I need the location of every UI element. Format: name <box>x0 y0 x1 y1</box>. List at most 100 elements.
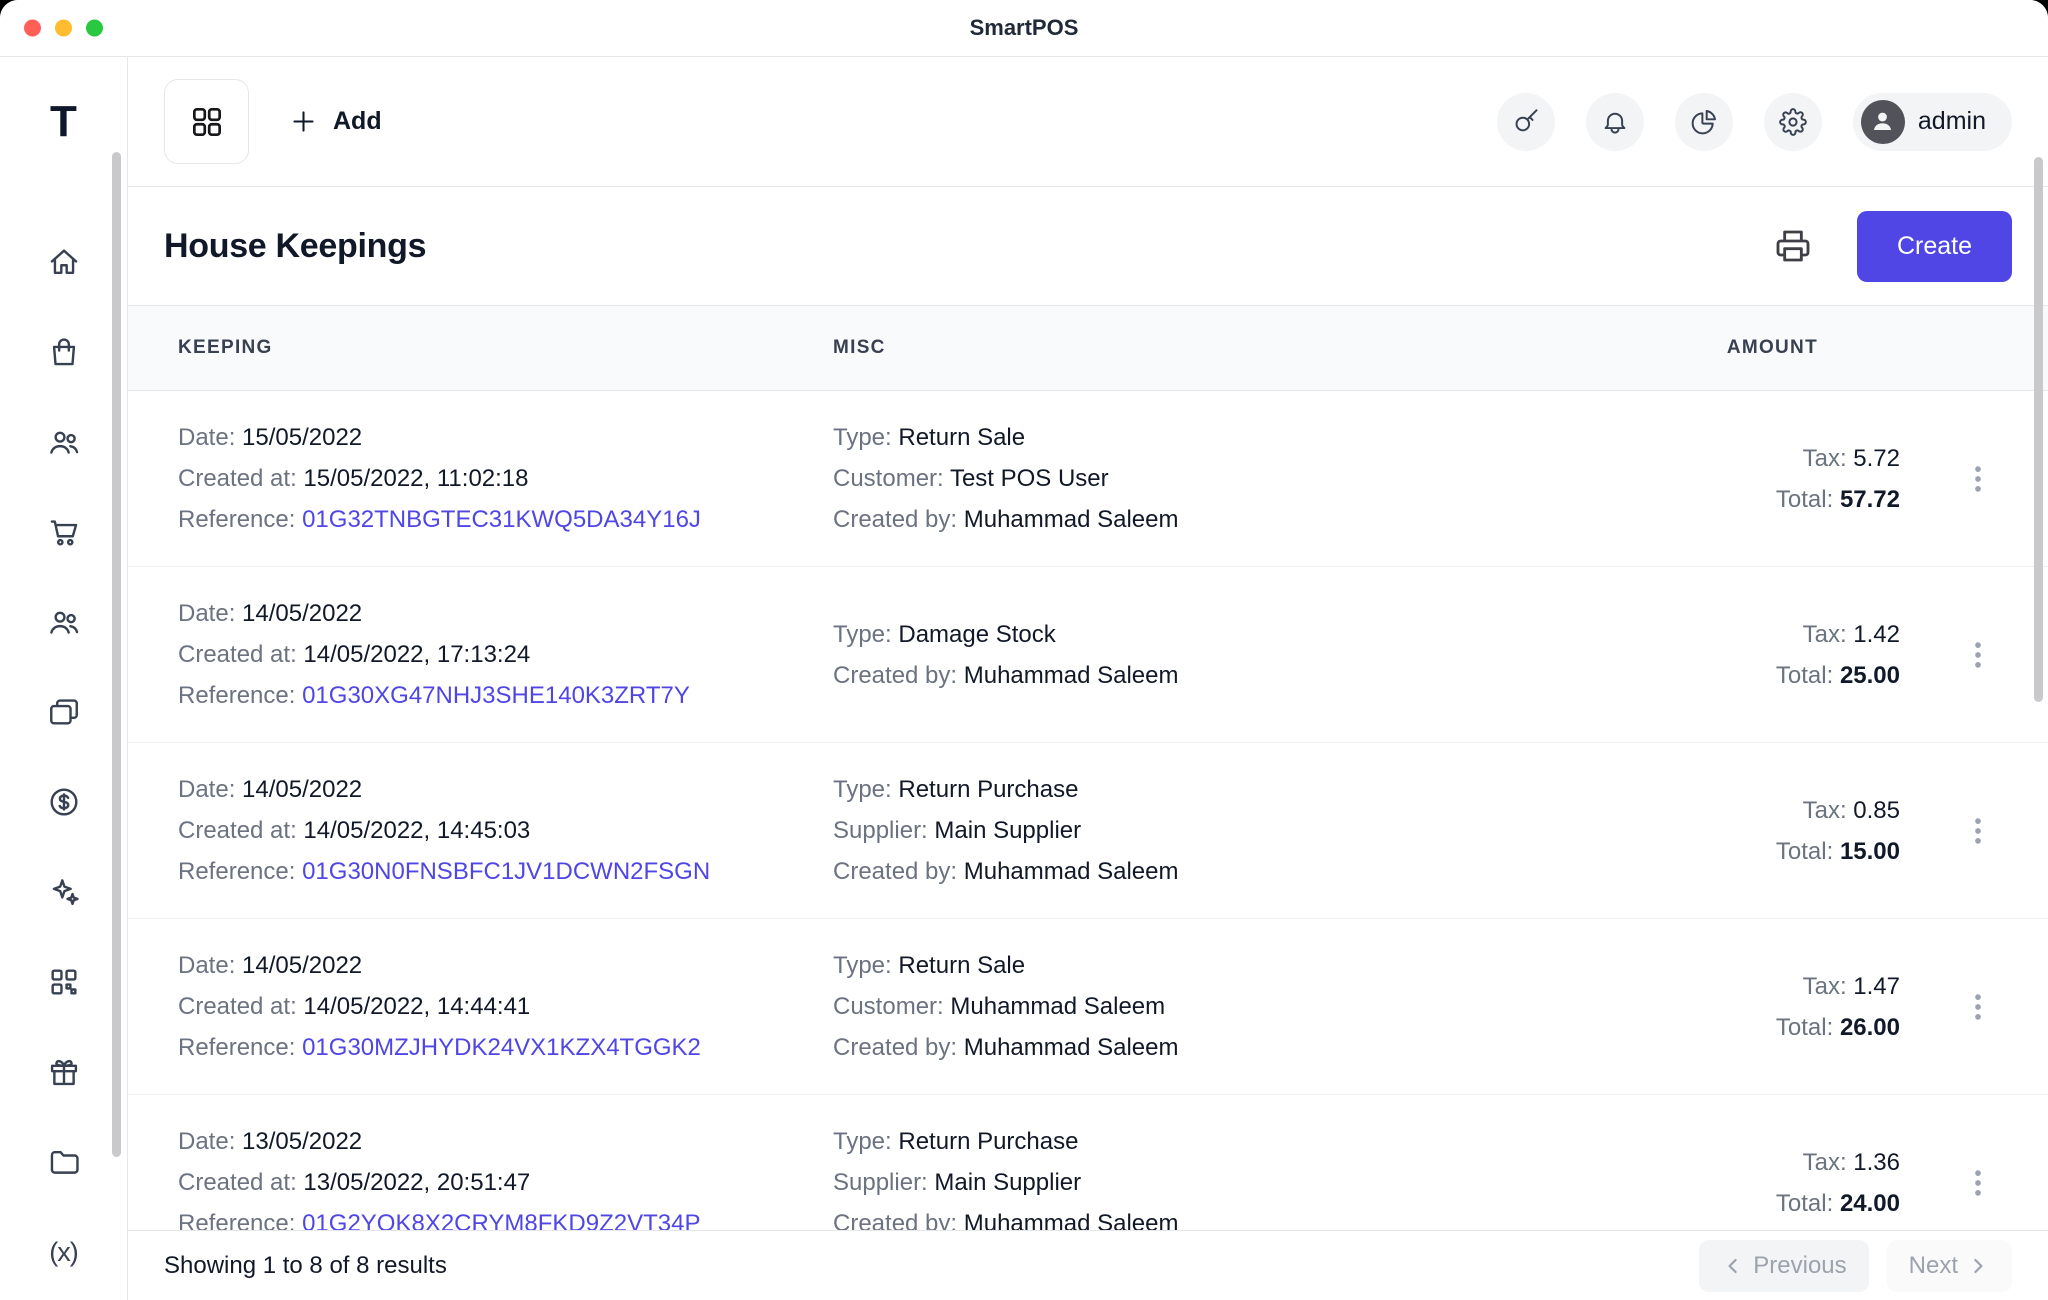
chevron-right-icon <box>1966 1254 1990 1278</box>
key-icon <box>1512 108 1540 136</box>
reference-link[interactable]: 01G32TNBGTEC31KWQ5DA34Y16J <box>302 506 701 533</box>
next-button[interactable]: Next <box>1887 1240 2012 1292</box>
row-actions-cell <box>1928 989 2028 1025</box>
table-row: Date: 14/05/2022Created at: 14/05/2022, … <box>128 919 2048 1095</box>
sidebar-item-qr-code[interactable] <box>47 965 81 999</box>
keeping-cell: Date: 14/05/2022Created at: 14/05/2022, … <box>178 593 833 716</box>
row-menu-button[interactable] <box>1960 1165 1996 1201</box>
field-line: Total: 15.00 <box>1608 831 1900 872</box>
misc-cell: Type: Return PurchaseSupplier: Main Supp… <box>833 769 1608 892</box>
reference-link[interactable]: 01G30N0FNSBFC1JV1DCWN2FSGN <box>302 858 710 885</box>
qr-code-icon <box>47 965 81 999</box>
sidebar-nav: (x) <box>47 187 81 1269</box>
amount-cell: Tax: 1.36Total: 24.00 <box>1608 1142 1928 1224</box>
field-line: Reference: 01G30MZJHYDK24VX1KZX4TGGK2 <box>178 1027 833 1068</box>
reference-link[interactable]: 01G30MZJHYDK24VX1KZX4TGGK2 <box>302 1034 701 1061</box>
row-menu-button[interactable] <box>1960 813 1996 849</box>
misc-cell: Type: Return SaleCustomer: Muhammad Sale… <box>833 945 1608 1068</box>
field-line: Created at: 14/05/2022, 14:44:41 <box>178 986 833 1027</box>
sidebar-item-shopping-cart[interactable] <box>47 515 81 549</box>
create-button[interactable]: Create <box>1857 211 2012 282</box>
card-stack-icon <box>47 695 81 729</box>
app-logo[interactable]: T <box>0 57 127 187</box>
sidebar-item-gift[interactable] <box>47 1055 81 1089</box>
column-header-keeping: KEEPING <box>178 337 833 359</box>
field-line: Tax: 1.36 <box>1608 1142 1900 1183</box>
table-row: Date: 14/05/2022Created at: 14/05/2022, … <box>128 567 2048 743</box>
field-line: Tax: 1.42 <box>1608 614 1900 655</box>
dots-vertical-icon <box>1960 1165 1996 1201</box>
minimize-window-button[interactable] <box>55 20 72 37</box>
field-line: Created by: Muhammad Saleem <box>833 851 1608 892</box>
keeping-cell: Date: 14/05/2022Created at: 14/05/2022, … <box>178 945 833 1068</box>
row-menu-button[interactable] <box>1960 461 1996 497</box>
row-menu-button[interactable] <box>1960 989 1996 1025</box>
sidebar-item-folder[interactable] <box>47 1145 81 1179</box>
traffic-lights <box>24 20 103 37</box>
field-line: Type: Return Purchase <box>833 1121 1608 1162</box>
table-row: Date: 14/05/2022Created at: 14/05/2022, … <box>128 743 2048 919</box>
sidebar-item-sparkles[interactable] <box>47 875 81 909</box>
sidebar-item-shopping-bag[interactable] <box>47 335 81 369</box>
row-actions-cell <box>1928 813 2028 849</box>
zoom-window-button[interactable] <box>86 20 103 37</box>
apps-grid-button[interactable] <box>164 79 249 164</box>
gear-button[interactable] <box>1764 93 1822 151</box>
row-actions-cell <box>1928 461 2028 497</box>
bell-button[interactable] <box>1586 93 1644 151</box>
sidebar-item-users[interactable] <box>47 605 81 639</box>
reference-link[interactable]: 01G2YQK8X2CRYM8FKD9Z2VT34P <box>302 1210 700 1230</box>
sidebar-item-dollar-circle[interactable] <box>47 785 81 819</box>
sidebar-item-home[interactable] <box>47 245 81 279</box>
misc-cell: Type: Return SaleCustomer: Test POS User… <box>833 417 1608 540</box>
reference-link[interactable]: 01G30XG47NHJ3SHE140K3ZRT7Y <box>302 682 690 709</box>
sidebar-item-user-group[interactable] <box>47 425 81 459</box>
amount-cell: Tax: 0.85Total: 15.00 <box>1608 790 1928 872</box>
field-line: Created at: 13/05/2022, 20:51:47 <box>178 1162 833 1203</box>
smartpos-window: SmartPOS T (x) Add admin <box>0 0 2048 1300</box>
misc-cell: Type: Damage StockCreated by: Muhammad S… <box>833 614 1608 696</box>
users-icon <box>47 605 81 639</box>
gear-icon <box>1779 108 1807 136</box>
topbar-actions <box>1497 93 1822 151</box>
pie-chart-icon <box>1690 108 1718 136</box>
key-button[interactable] <box>1497 93 1555 151</box>
gift-icon <box>47 1055 81 1089</box>
row-actions-cell <box>1928 1165 2028 1201</box>
user-avatar-icon <box>1861 100 1905 144</box>
sidebar-scrollbar[interactable] <box>112 152 121 1157</box>
field-line: Supplier: Main Supplier <box>833 1162 1608 1203</box>
sidebar-item-function-x[interactable]: (x) <box>47 1235 81 1269</box>
previous-button[interactable]: Previous <box>1699 1240 1868 1292</box>
user-group-icon <box>47 425 81 459</box>
content-scrollbar[interactable] <box>2034 157 2043 702</box>
field-line: Type: Return Purchase <box>833 769 1608 810</box>
amount-cell: Tax: 1.47Total: 26.00 <box>1608 966 1928 1048</box>
field-line: Customer: Muhammad Saleem <box>833 986 1608 1027</box>
pie-chart-button[interactable] <box>1675 93 1733 151</box>
keeping-cell: Date: 13/05/2022Created at: 13/05/2022, … <box>178 1121 833 1230</box>
content-area: Add admin House Keepings Create KEEPING … <box>128 57 2048 1300</box>
field-line: Total: 24.00 <box>1608 1183 1900 1224</box>
field-line: Created at: 15/05/2022, 11:02:18 <box>178 458 833 499</box>
field-line: Type: Return Sale <box>833 945 1608 986</box>
print-button[interactable] <box>1773 226 1813 266</box>
add-button[interactable]: Add <box>289 107 382 136</box>
amount-cell: Tax: 1.42Total: 25.00 <box>1608 614 1928 696</box>
dots-vertical-icon <box>1960 813 1996 849</box>
field-line: Supplier: Main Supplier <box>833 810 1608 851</box>
column-header-misc: MISC <box>833 337 1608 359</box>
table-body: Date: 15/05/2022Created at: 15/05/2022, … <box>128 391 2048 1230</box>
keeping-cell: Date: 14/05/2022Created at: 14/05/2022, … <box>178 769 833 892</box>
pagination-bar: Showing 1 to 8 of 8 results Previous Nex… <box>128 1230 2048 1300</box>
close-window-button[interactable] <box>24 20 41 37</box>
field-line: Reference: 01G32TNBGTEC31KWQ5DA34Y16J <box>178 499 833 540</box>
sidebar-item-card-stack[interactable] <box>47 695 81 729</box>
results-summary: Showing 1 to 8 of 8 results <box>164 1252 447 1280</box>
field-line: Total: 57.72 <box>1608 479 1900 520</box>
user-menu-button[interactable]: admin <box>1853 93 2012 151</box>
row-menu-button[interactable] <box>1960 637 1996 673</box>
field-line: Created by: Muhammad Saleem <box>833 499 1608 540</box>
field-line: Customer: Test POS User <box>833 458 1608 499</box>
keeping-cell: Date: 15/05/2022Created at: 15/05/2022, … <box>178 417 833 540</box>
